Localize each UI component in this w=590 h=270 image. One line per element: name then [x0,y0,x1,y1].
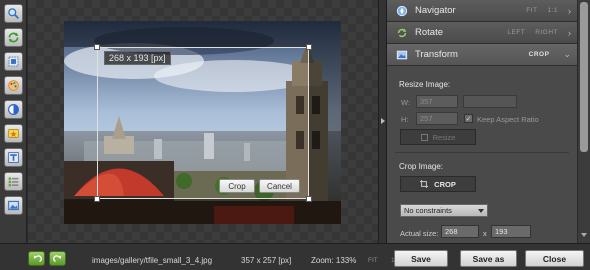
crop-panel-button[interactable]: CROP [400,176,476,192]
crop-mask-right [309,47,341,199]
file-path: images/gallery/tfile_small_3_4.jpg [92,256,213,265]
tool-sidebar [0,0,27,243]
crop-constraint-value: No constraints [404,206,452,215]
crop-section-label: Crop Image: [399,162,444,171]
effects-tool-button[interactable] [4,124,23,143]
rotate-section-icon [395,26,409,40]
crop-constraint-select[interactable]: No constraints [400,204,488,217]
paint-tool-button[interactable] [4,76,23,95]
zoom-tool-button[interactable] [4,4,23,23]
resize-height-input[interactable]: 257 [416,112,458,125]
frame-tool-button[interactable] [4,196,23,215]
save-button[interactable]: Save [394,250,448,267]
dropdown-arrow-icon [478,209,484,213]
accordion-rotate[interactable]: Rotate LEFT RIGHT › [387,22,577,44]
text-tool-button[interactable] [4,148,23,167]
section-divider [395,152,569,153]
resize-button[interactable]: Resize [400,129,476,145]
resize-icon [420,133,428,141]
save-as-button[interactable]: Save as [460,250,517,267]
keep-aspect-label: Keep Aspect Ratio [477,115,539,124]
chevron-right-icon: › [568,27,571,38]
effects-icon [8,129,19,138]
accordion-title: Transform [415,49,458,60]
panel-scrollbar[interactable] [577,0,590,243]
height-label: H: [401,115,409,124]
color-tool-button[interactable] [4,100,23,119]
actual-height-input[interactable]: 193 [491,225,531,238]
undo-button[interactable] [28,251,45,266]
frame-icon [8,200,19,211]
transform-crop-shortcut[interactable]: CROP [529,51,550,58]
crop-button-label: CROP [434,179,456,189]
status-bar: images/gallery/tfile_small_3_4.jpg 357 x… [0,243,590,270]
panel-splitter[interactable] [378,0,387,243]
accordion-title: Rotate [415,27,443,38]
scroll-down-arrow-icon[interactable] [581,233,587,237]
layers-icon [8,177,19,187]
keep-aspect-checkbox[interactable]: ✓ [464,114,473,123]
layers-tool-button[interactable] [4,172,23,191]
navigator-one-to-one-button[interactable]: 1:1 [547,7,558,14]
crop-mask-bottom [64,199,341,224]
rotate-icon [8,32,19,43]
image-dimensions: 357 x 257 [px] [241,256,292,265]
crop-handle-top-left[interactable] [94,44,100,50]
rotate-tool-button[interactable] [4,28,23,47]
resize-button-label: Resize [432,132,456,142]
crop-size-label: 268 x 193 [px] [104,51,171,65]
resize-section-label: Resize Image: [399,80,451,89]
crop-cancel-button[interactable]: Cancel [259,179,300,193]
crop-selection[interactable] [97,47,309,199]
actual-size-label: Actual size: [400,229,439,238]
crop-apply-button[interactable]: Crop [219,179,255,193]
collapse-arrow-icon[interactable] [381,118,385,124]
zoom-level: Zoom: 133% [311,256,357,265]
image-canvas[interactable]: 268 x 193 [px] Crop Cancel [28,0,378,243]
crop-handle-top-right[interactable] [306,44,312,50]
text-icon [8,152,19,163]
redo-icon [52,254,61,262]
crop-icon [420,180,429,188]
crop-handle-bottom-left[interactable] [94,196,100,202]
navigator-icon [395,4,409,18]
size-separator: x [483,229,487,238]
navigator-fit-button[interactable]: FIT [526,7,537,14]
undo-icon [33,254,42,262]
accordion-transform[interactable]: Transform CROP ⌄ [387,44,577,66]
accordion-title: Navigator [415,5,456,16]
resize-unit-select[interactable] [463,95,517,108]
width-label: W: [401,98,411,107]
scrollbar-thumb[interactable] [580,2,588,152]
tools-panel: Navigator FIT 1:1 › Rotate LEFT RIGHT › … [387,0,590,243]
transform-icon [395,48,409,62]
rotate-right-button[interactable]: RIGHT [535,29,558,36]
crop-select-icon [8,56,19,67]
accordion-navigator[interactable]: Navigator FIT 1:1 › [387,0,577,22]
rotate-left-button[interactable]: LEFT [507,29,525,36]
zoom-icon [8,8,20,20]
redo-button[interactable] [49,251,66,266]
crop-handle-bottom-right[interactable] [306,196,312,202]
color-adjust-icon [8,104,19,115]
close-button[interactable]: Close [525,250,584,267]
chevron-down-icon: ⌄ [563,49,571,59]
actual-width-input[interactable]: 268 [441,225,479,238]
chevron-right-icon: › [568,5,571,16]
resize-width-input[interactable]: 357 [416,95,458,108]
select-tool-button[interactable] [4,52,23,71]
crop-mask-top [64,21,341,47]
zoom-fit-button[interactable]: FIT [368,257,378,264]
paint-icon [8,80,19,91]
